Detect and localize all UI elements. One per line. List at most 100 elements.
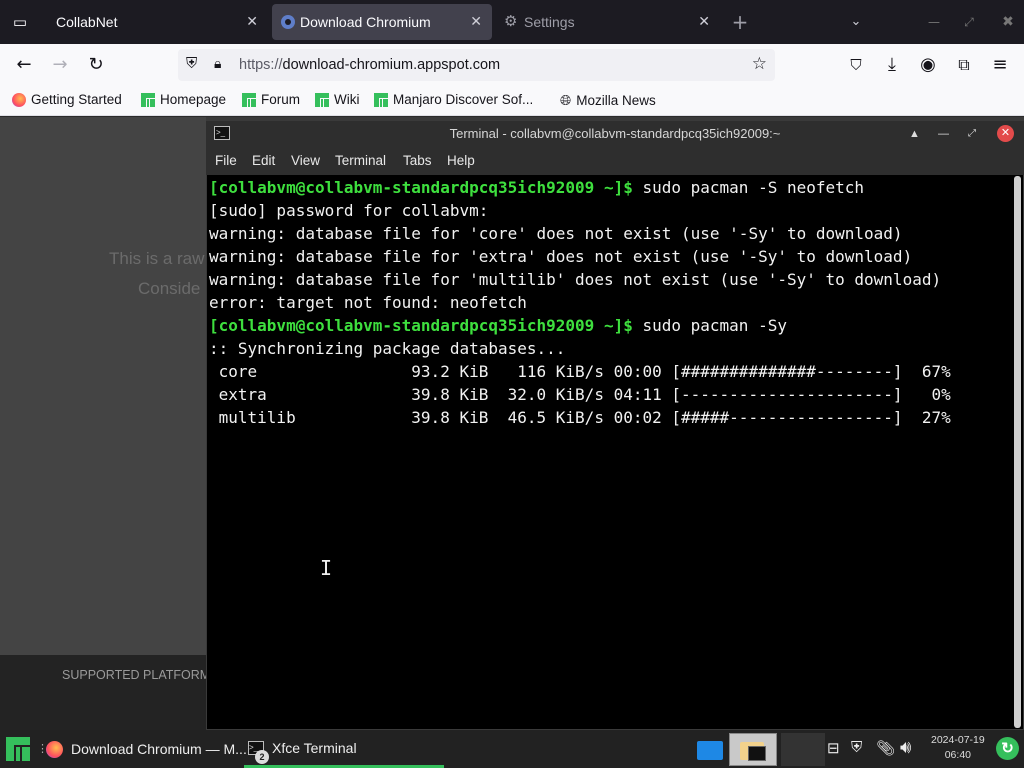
terminal-titlebar[interactable]: >_ Terminal - collabvm@collabvm-standard… xyxy=(206,121,1024,147)
update-notifier-icon[interactable]: ↻ xyxy=(996,737,1019,760)
page-intro-text: This is a raw xyxy=(109,249,205,268)
terminal-line: [collabvm@collabvm-standardpcq35ich92009… xyxy=(209,314,1011,337)
tab-label: CollabNet xyxy=(56,14,118,30)
firefox-icon xyxy=(12,92,26,107)
close-tab-icon[interactable]: ✕ xyxy=(246,13,258,30)
terminal-icon: >_ xyxy=(214,126,230,140)
minimize-icon[interactable]: — xyxy=(922,10,946,34)
terminal-icon: >_ 2 xyxy=(248,740,269,764)
manjaro-icon xyxy=(141,92,155,107)
terminal-line: extra 39.8 KiB 32.0 KiB/s 04:11 [-------… xyxy=(209,385,951,404)
bookmark-manjaro-discover[interactable]: Manjaro Discover Sof... xyxy=(374,92,533,107)
manjaro-icon xyxy=(315,92,329,107)
workspace-3[interactable] xyxy=(781,733,825,766)
bookmark-wiki[interactable]: Wiki xyxy=(315,92,360,107)
manjaro-icon xyxy=(374,92,388,107)
manjaro-logo-icon xyxy=(6,737,30,761)
terminal-output[interactable]: [collabvm@collabvm-standardpcq35ich92009… xyxy=(207,176,1011,728)
taskbar-terminal[interactable]: >_ 2 Xfce Terminal xyxy=(244,730,444,768)
bookmark-mozilla-news[interactable]: 🌐︎ Mozilla News xyxy=(560,92,656,109)
tab-settings[interactable]: ⚙ Settings ✕ xyxy=(496,4,720,40)
url-bar[interactable]: ⛨ 🔒︎ https://download-chromium.appspot.c… xyxy=(178,49,775,81)
globe-icon: 🌐︎ xyxy=(560,92,572,108)
bookmark-label: Manjaro Discover Sof... xyxy=(393,92,534,107)
network-icon[interactable]: ⊟ xyxy=(827,739,840,757)
menu-icon[interactable]: ≡ xyxy=(988,53,1012,77)
taskbar-firefox[interactable]: Download Chromium — M... xyxy=(46,730,247,768)
menu-view[interactable]: View xyxy=(291,153,320,168)
menu-edit[interactable]: Edit xyxy=(252,153,275,168)
bookmark-star-icon[interactable]: ☆ xyxy=(752,54,767,74)
clock-date: 2024-07-19 xyxy=(931,734,985,746)
maximize-icon[interactable]: ⤢ xyxy=(968,121,976,147)
minimize-icon[interactable]: — xyxy=(938,121,949,147)
terminal-line: warning: database file for 'core' does n… xyxy=(209,224,903,243)
bookmark-label: Mozilla News xyxy=(576,93,656,108)
reload-icon[interactable]: ↻ xyxy=(84,53,108,77)
terminal-title: Terminal - collabvm@collabvm-standardpcq… xyxy=(449,126,781,141)
bookmark-homepage[interactable]: Homepage xyxy=(141,92,226,107)
close-tab-icon[interactable]: ✕ xyxy=(698,13,710,30)
maximize-icon[interactable]: ⤢ xyxy=(957,10,981,34)
menu-file[interactable]: File xyxy=(215,153,237,168)
tab-label: Download Chromium xyxy=(300,14,431,30)
terminal-line: warning: database file for 'multilib' do… xyxy=(209,270,942,289)
menu-help[interactable]: Help xyxy=(447,153,475,168)
tab-label: Settings xyxy=(524,14,575,30)
downloads-icon[interactable]: ⤓ xyxy=(880,53,904,77)
new-tab-icon[interactable]: + xyxy=(728,10,752,34)
platforms-label: SUPPORTED PLATFORMS: xyxy=(62,668,222,682)
bookmark-label: Homepage xyxy=(160,92,227,107)
gear-icon: ⚙ xyxy=(504,13,518,30)
manjaro-icon xyxy=(242,92,256,107)
menu-tabs[interactable]: Tabs xyxy=(403,153,432,168)
bookmark-label: Forum xyxy=(261,92,301,107)
clock[interactable]: 2024-07-19 06:40 xyxy=(931,733,985,763)
url-scheme: https:// xyxy=(239,57,283,73)
terminal-line: core 93.2 KiB 116 KiB/s 00:00 [#########… xyxy=(209,362,951,381)
taskbar: ⋮ Download Chromium — M... >_ 2 Xfce Term… xyxy=(0,730,1024,768)
back-icon[interactable]: ← xyxy=(12,53,36,77)
terminal-line: :: Synchronizing package databases... xyxy=(209,339,566,358)
shade-icon[interactable]: ▲ xyxy=(909,121,920,147)
workspace-1[interactable] xyxy=(697,741,723,760)
forward-icon[interactable]: → xyxy=(48,53,72,77)
bookmarks-toolbar: Getting Started Homepage Forum Wiki Manj… xyxy=(0,86,1024,116)
close-icon[interactable]: ✖ xyxy=(996,10,1020,34)
terminal-icon xyxy=(748,746,766,761)
terminal-line: [collabvm@collabvm-standardpcq35ich92009… xyxy=(209,176,1011,199)
account-icon[interactable]: ◉ xyxy=(916,53,940,77)
workspace-2[interactable] xyxy=(729,733,777,766)
bookmark-getting-started[interactable]: Getting Started xyxy=(12,92,122,107)
close-tab-icon[interactable]: ✕ xyxy=(470,13,482,30)
bookmark-forum[interactable]: Forum xyxy=(242,92,300,107)
tab-bar: ▭ CollabNet ✕ Download Chromium ✕ ⚙ Sett… xyxy=(0,0,1024,44)
close-icon[interactable]: ✕ xyxy=(997,125,1014,142)
shell-prompt: [collabvm@collabvm-standardpcq35ich92009… xyxy=(209,316,633,335)
terminal-line: multilib 39.8 KiB 46.5 KiB/s 00:02 [####… xyxy=(209,408,951,427)
updates-shield-icon[interactable]: ⛨ xyxy=(851,739,862,756)
terminal-line: [sudo] password for collabvm: xyxy=(209,201,489,220)
command: sudo pacman -S neofetch xyxy=(632,178,865,197)
extensions-icon[interactable]: ⧉ xyxy=(952,53,976,77)
text-cursor-icon: I xyxy=(320,556,333,580)
tab-collabnet[interactable]: CollabNet ✕ xyxy=(44,4,268,40)
shield-icon[interactable]: ⛨ xyxy=(186,55,197,72)
terminal-menubar: File Edit View Terminal Tabs Help xyxy=(206,147,1024,175)
tab-download-chromium[interactable]: Download Chromium ✕ xyxy=(272,4,492,40)
page-intro-text-2: Conside xyxy=(138,279,201,298)
shell-prompt: [collabvm@collabvm-standardpcq35ich92009… xyxy=(209,178,633,197)
manjaro-menu-button[interactable] xyxy=(6,730,30,768)
menu-terminal[interactable]: Terminal xyxy=(335,153,386,168)
taskbar-terminal-label: Xfce Terminal xyxy=(272,739,357,756)
lock-icon[interactable]: 🔒︎ xyxy=(214,55,221,72)
volume-icon[interactable]: 🔊︎ xyxy=(900,737,911,758)
firefox-icon xyxy=(46,740,63,758)
scrollbar-thumb[interactable] xyxy=(1014,176,1021,728)
chevron-down-icon[interactable]: ⌄ xyxy=(844,10,868,34)
page-left-region: This is a raw Conside xyxy=(0,117,206,655)
clipboard-icon[interactable]: 📎︎ xyxy=(876,739,895,757)
tab-list-icon[interactable]: ▭ xyxy=(8,10,32,34)
pocket-icon[interactable]: ⛉ xyxy=(844,53,868,77)
clock-time: 06:40 xyxy=(944,749,971,761)
